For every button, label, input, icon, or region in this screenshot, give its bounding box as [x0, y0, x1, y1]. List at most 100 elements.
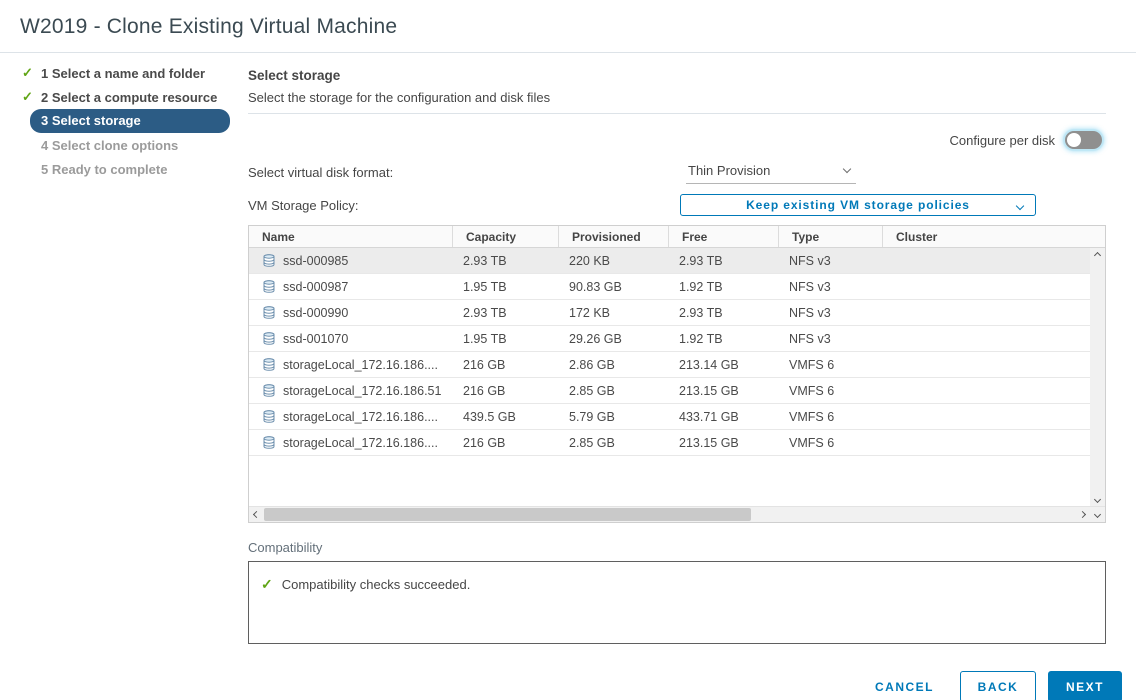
datastore-icon: [263, 306, 275, 319]
datastore-icon: [263, 436, 275, 449]
wizard-step-label: 5 Ready to complete: [41, 162, 167, 177]
wizard-title: W2019 - Clone Existing Virtual Machine: [20, 15, 1116, 39]
cell-capacity: 216 GB: [453, 378, 559, 403]
disk-format-label: Select virtual disk format:: [248, 165, 680, 180]
cell-name: storageLocal_172.16.186....: [249, 352, 453, 377]
datastore-name: ssd-000990: [283, 306, 348, 320]
datastore-row[interactable]: storageLocal_172.16.186....439.5 GB5.79 …: [249, 404, 1105, 430]
horizontal-scrollbar-thumb[interactable]: [264, 508, 751, 521]
column-header-provisioned[interactable]: Provisioned: [559, 226, 669, 247]
cell-name: ssd-001070: [249, 326, 453, 351]
datastore-row[interactable]: storageLocal_172.16.186....216 GB2.85 GB…: [249, 430, 1105, 456]
datastore-icon: [263, 358, 275, 371]
scroll-left-icon: [253, 511, 260, 518]
horizontal-scrollbar[interactable]: [249, 506, 1105, 522]
cell-provisioned: 2.86 GB: [559, 352, 669, 377]
cell-name: storageLocal_172.16.186.51: [249, 378, 453, 403]
wizard-step-label: 4 Select clone options: [41, 138, 178, 153]
cell-free: 2.93 TB: [669, 300, 779, 325]
cell-cluster: [883, 378, 1105, 403]
cell-free: 213.14 GB: [669, 352, 779, 377]
cell-type: VMFS 6: [779, 378, 883, 403]
horizontal-scrollbar-track[interactable]: [264, 507, 1075, 522]
cell-free: 1.92 TB: [669, 326, 779, 351]
cancel-button[interactable]: CANCEL: [861, 671, 948, 700]
column-header-type[interactable]: Type: [779, 226, 883, 247]
datastore-name: ssd-000985: [283, 254, 348, 268]
disk-format-select[interactable]: Thin Provision: [686, 160, 856, 184]
compatibility-box: ✓ Compatibility checks succeeded.: [248, 561, 1106, 644]
scroll-up-icon[interactable]: [1094, 252, 1101, 259]
pane-heading: Select storage: [248, 68, 1106, 83]
datastore-row[interactable]: storageLocal_172.16.186.... 216 GB2.86 GB…: [249, 352, 1105, 378]
wizard-footer: CANCEL BACK NEXT: [248, 671, 1122, 700]
wizard-step-4: 4 Select clone options: [20, 133, 248, 157]
datastore-name: storageLocal_172.16.186....: [283, 358, 438, 372]
back-button[interactable]: BACK: [960, 671, 1036, 700]
cell-name: ssd-000987: [249, 274, 453, 299]
datastore-row[interactable]: ssd-0010701.95 TB29.26 GB1.92 TBNFS v3: [249, 326, 1105, 352]
datastore-name: storageLocal_172.16.186....: [283, 436, 438, 450]
cell-provisioned: 5.79 GB: [559, 404, 669, 429]
datastore-table: Name Capacity Provisioned Free Type Clus…: [248, 225, 1106, 523]
cell-capacity: 216 GB: [453, 352, 559, 377]
toggle-knob: [1067, 133, 1081, 147]
datastore-row[interactable]: ssd-0009871.95 TB90.83 GB1.92 TBNFS v3: [249, 274, 1105, 300]
wizard-step-5: 5 Ready to complete: [20, 157, 248, 181]
cell-name: storageLocal_172.16.186....: [249, 404, 453, 429]
datastore-row[interactable]: storageLocal_172.16.186.51216 GB2.85 GB2…: [249, 378, 1105, 404]
cell-provisioned: 2.85 GB: [559, 378, 669, 403]
scroll-right-button[interactable]: [1075, 507, 1090, 522]
check-icon: ✓: [22, 89, 41, 105]
datastore-row[interactable]: ssd-0009902.93 TB172 KB2.93 TBNFS v3: [249, 300, 1105, 326]
datastore-name: ssd-001070: [283, 332, 348, 346]
wizard-step-3[interactable]: 3 Select storage: [20, 109, 248, 133]
datastore-icon: [263, 280, 275, 293]
cell-provisioned: 220 KB: [559, 248, 669, 273]
storage-policy-label: VM Storage Policy:: [248, 198, 680, 213]
column-header-free[interactable]: Free: [669, 226, 779, 247]
column-header-cluster[interactable]: Cluster: [883, 226, 1105, 247]
datastore-name: storageLocal_172.16.186.51: [283, 384, 441, 398]
storage-policy-select[interactable]: Keep existing VM storage policies: [680, 194, 1036, 216]
configure-per-disk-toggle[interactable]: [1065, 131, 1102, 149]
cell-type: VMFS 6: [779, 430, 883, 455]
cell-cluster: [883, 274, 1105, 299]
chevron-down-icon: [843, 165, 851, 173]
cell-type: VMFS 6: [779, 404, 883, 429]
storage-policy-value: Keep existing VM storage policies: [746, 198, 970, 212]
cell-free: 213.15 GB: [669, 430, 779, 455]
cell-name: ssd-000990: [249, 300, 453, 325]
cell-provisioned: 172 KB: [559, 300, 669, 325]
cell-free: 1.92 TB: [669, 274, 779, 299]
chevron-down-icon: [1016, 202, 1024, 210]
scroll-down-button[interactable]: [1090, 507, 1105, 522]
configure-per-disk-label: Configure per disk: [950, 133, 1056, 148]
datastore-row[interactable]: ssd-0009852.93 TB220 KB2.93 TBNFS v3: [249, 248, 1105, 274]
wizard-step-1[interactable]: ✓1 Select a name and folder: [20, 61, 248, 85]
cell-capacity: 1.95 TB: [453, 326, 559, 351]
next-button[interactable]: NEXT: [1048, 671, 1122, 700]
disk-format-value: Thin Provision: [688, 163, 770, 178]
cell-cluster: [883, 430, 1105, 455]
wizard-steps: ✓1 Select a name and folder✓2 Select a c…: [20, 61, 248, 181]
cell-type: NFS v3: [779, 274, 883, 299]
cell-cluster: [883, 300, 1105, 325]
scroll-left-button[interactable]: [249, 507, 264, 522]
success-check-icon: ✓: [261, 576, 273, 593]
vertical-scrollbar[interactable]: [1090, 248, 1105, 506]
scroll-down-icon[interactable]: [1094, 496, 1101, 503]
column-header-capacity[interactable]: Capacity: [453, 226, 559, 247]
datastore-table-header: Name Capacity Provisioned Free Type Clus…: [249, 226, 1105, 248]
cell-type: NFS v3: [779, 326, 883, 351]
datastore-icon: [263, 254, 275, 267]
compatibility-label: Compatibility: [248, 540, 1106, 555]
cell-capacity: 216 GB: [453, 430, 559, 455]
column-header-name[interactable]: Name: [249, 226, 453, 247]
cell-name: storageLocal_172.16.186....: [249, 430, 453, 455]
wizard-step-2[interactable]: ✓2 Select a compute resource: [20, 85, 248, 109]
cell-free: 433.71 GB: [669, 404, 779, 429]
scroll-right-icon: [1079, 511, 1086, 518]
cell-cluster: [883, 404, 1105, 429]
cell-capacity: 2.93 TB: [453, 248, 559, 273]
